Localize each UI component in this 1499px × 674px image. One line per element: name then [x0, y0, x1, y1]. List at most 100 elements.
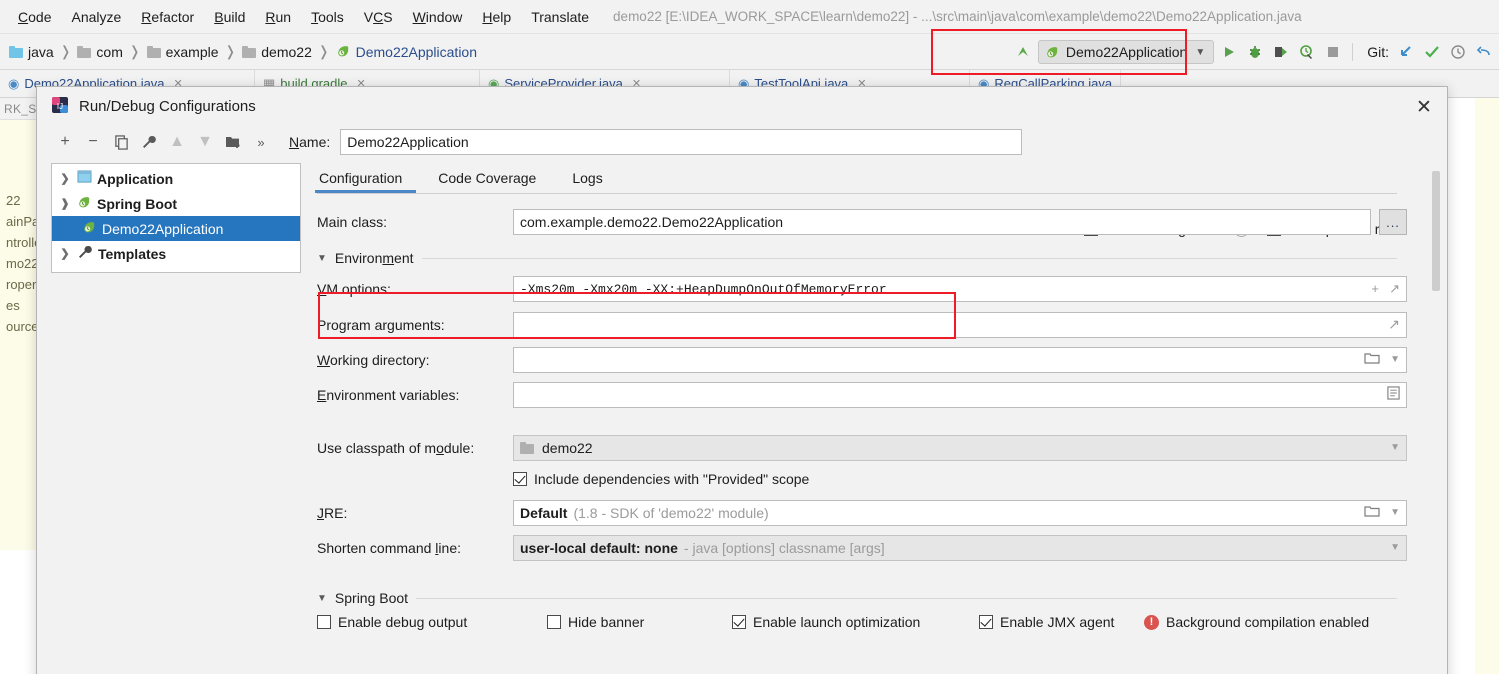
menu-tools[interactable]: Tools [301, 7, 354, 27]
jre-value: Default [520, 504, 568, 521]
rollback-icon[interactable] [1473, 41, 1495, 63]
commit-icon[interactable] [1421, 41, 1443, 63]
run-with-coverage-icon[interactable] [1270, 41, 1292, 63]
configurations-tree[interactable]: ❯ Application ❱ Spring Boot Demo22Applic… [51, 163, 301, 273]
scrollbar-thumb[interactable] [1432, 171, 1440, 291]
breadcrumb-example[interactable]: example [144, 44, 222, 60]
environment-variables-input[interactable] [513, 381, 1407, 408]
browse-list-icon[interactable] [1387, 386, 1400, 403]
chevron-right-icon[interactable]: ❯ [58, 247, 72, 260]
main-class-input[interactable]: com.example.demo22.Demo22Application [513, 209, 1371, 235]
tab-logs[interactable]: Logs [570, 170, 618, 193]
dialog-title-bar: IJ Run/Debug Configurations [37, 87, 1447, 125]
enable-jmx-agent-checkbox[interactable]: Enable JMX agent [979, 614, 1144, 630]
breadcrumb-label: demo22 [261, 43, 312, 60]
enable-debug-output-checkbox[interactable]: Enable debug output [317, 614, 547, 630]
use-classpath-label: Use classpath of module: [317, 439, 475, 456]
add-configuration-button[interactable]: + [51, 129, 79, 155]
include-provided-scope-checkbox[interactable]: Include dependencies with "Provided" sco… [513, 471, 809, 487]
copy-configuration-icon[interactable] [107, 129, 135, 155]
tree-item-spring-boot[interactable]: ❱ Spring Boot [52, 191, 300, 216]
chevron-down-icon[interactable]: ❱ [58, 197, 72, 210]
menu-run[interactable]: Run [255, 7, 301, 27]
run-configuration-selector[interactable]: Demo22Application ▼ [1037, 40, 1215, 64]
hide-banner-checkbox[interactable]: Hide banner [547, 614, 732, 630]
menu-translate[interactable]: Translate [521, 7, 599, 27]
breadcrumb-com[interactable]: com [74, 44, 125, 60]
jre-select[interactable]: Default (1.8 - SDK of 'demo22' module) ▼ [513, 499, 1407, 526]
more-options-button[interactable]: » [247, 129, 275, 155]
stop-icon[interactable] [1322, 41, 1344, 63]
name-input[interactable]: Demo22Application [340, 129, 1023, 155]
shorten-command-line-hint: - java [options] classname [args] [683, 539, 885, 556]
enable-launch-optimization-checkbox[interactable]: Enable launch optimization [732, 614, 979, 630]
move-up-button[interactable]: ▲ [163, 129, 191, 155]
enable-debug-output-label: Enable debug output [338, 614, 468, 630]
chevron-down-icon[interactable]: ▼ [1195, 47, 1205, 58]
menu-vcs[interactable]: VCS [354, 7, 403, 27]
menu-help[interactable]: Help [472, 7, 521, 27]
program-arguments-input[interactable]: ↗ [513, 311, 1407, 338]
window-title: demo22 [E:\IDEA_WORK_SPACE\learn\demo22]… [613, 9, 1302, 24]
add-icon[interactable]: + [1371, 282, 1379, 297]
menu-window[interactable]: Window [403, 7, 473, 27]
new-folder-icon[interactable] [219, 129, 247, 155]
dialog-scrollbar[interactable] [1431, 171, 1441, 671]
application-icon [77, 170, 92, 187]
configuration-form: Main class: com.example.demo22.Demo22App… [317, 194, 1407, 630]
close-icon[interactable]: ✕ [1411, 95, 1437, 119]
tab-code-coverage[interactable]: Code Coverage [436, 170, 552, 193]
chevron-down-icon[interactable]: ▼ [1390, 354, 1400, 365]
folder-browse-icon[interactable] [1364, 352, 1380, 368]
menu-refactor[interactable]: Refactor [131, 7, 204, 27]
vm-options-input[interactable]: -Xms20m -Xmx20m -XX:+HeapDumpOnOutOfMemo… [513, 276, 1407, 302]
chevron-down-icon[interactable]: ▼ [1390, 507, 1400, 518]
shorten-command-line-select[interactable]: user-local default: none - java [options… [513, 534, 1407, 561]
chevron-down-icon[interactable]: ▼ [1390, 442, 1400, 453]
environment-section-header[interactable]: ▼ Environment [317, 250, 1397, 266]
run-toolbar: Demo22Application ▼ Git: [1012, 34, 1499, 70]
menu-analyze[interactable]: Analyze [61, 7, 131, 27]
chevron-down-icon[interactable]: ▼ [1390, 542, 1400, 553]
remove-configuration-button[interactable]: − [79, 129, 107, 155]
breadcrumb-java[interactable]: java [6, 44, 57, 60]
build-project-icon[interactable] [1012, 41, 1034, 63]
tree-item-label: Application [97, 170, 174, 187]
tree-item-application[interactable]: ❯ Application [52, 166, 300, 191]
triangle-down-icon[interactable]: ▼ [317, 253, 327, 264]
chevron-right-icon[interactable]: ❯ [58, 172, 72, 185]
expand-icon[interactable]: ↗ [1388, 316, 1400, 333]
spring-boot-options: Enable debug output Hide banner Enable l… [317, 614, 1397, 630]
tab-configuration[interactable]: Configuration [314, 170, 418, 193]
menu-code[interactable]: Code [8, 7, 61, 27]
spring-boot-section-header[interactable]: ▼ Spring Boot [317, 590, 1397, 606]
main-class-browse-button[interactable]: ... [1379, 209, 1407, 235]
expand-icon[interactable]: ↗ [1389, 282, 1400, 297]
spring-boot-icon [1045, 45, 1060, 60]
dialog-toolbar: + − ▲ ▼ » Name: Demo22Application [37, 125, 1447, 159]
debug-icon[interactable] [1244, 41, 1266, 63]
update-project-icon[interactable] [1395, 41, 1417, 63]
hide-banner-label: Hide banner [568, 614, 645, 630]
history-icon[interactable] [1447, 41, 1469, 63]
working-directory-input[interactable]: ▼ [513, 346, 1407, 373]
vm-options-row: VM options: -Xms20m -Xmx20m -XX:+HeapDum… [317, 272, 1407, 306]
main-class-label: Main class: [317, 214, 388, 230]
error-icon: ! [1144, 614, 1159, 630]
triangle-down-icon[interactable]: ▼ [317, 593, 327, 604]
environment-variables-row: Environment variables: [317, 380, 1407, 409]
edit-templates-wrench-icon[interactable] [135, 129, 163, 155]
enable-jmx-agent-label: Enable JMX agent [1000, 614, 1115, 630]
tree-item-demo22application[interactable]: Demo22Application [52, 216, 300, 241]
folder-browse-icon[interactable] [1364, 505, 1380, 521]
menu-build[interactable]: Build [204, 7, 255, 27]
breadcrumb-demo22[interactable]: demo22 [239, 44, 315, 60]
tree-item-templates[interactable]: ❯ Templates [52, 241, 300, 266]
svg-text:IJ: IJ [57, 102, 63, 111]
checkbox-box [979, 615, 993, 629]
use-classpath-select[interactable]: demo22 ▼ [513, 434, 1407, 461]
breadcrumb-class[interactable]: Demo22Application [333, 44, 480, 60]
move-down-button[interactable]: ▼ [191, 129, 219, 155]
profile-icon[interactable] [1296, 41, 1318, 63]
run-icon[interactable] [1218, 41, 1240, 63]
